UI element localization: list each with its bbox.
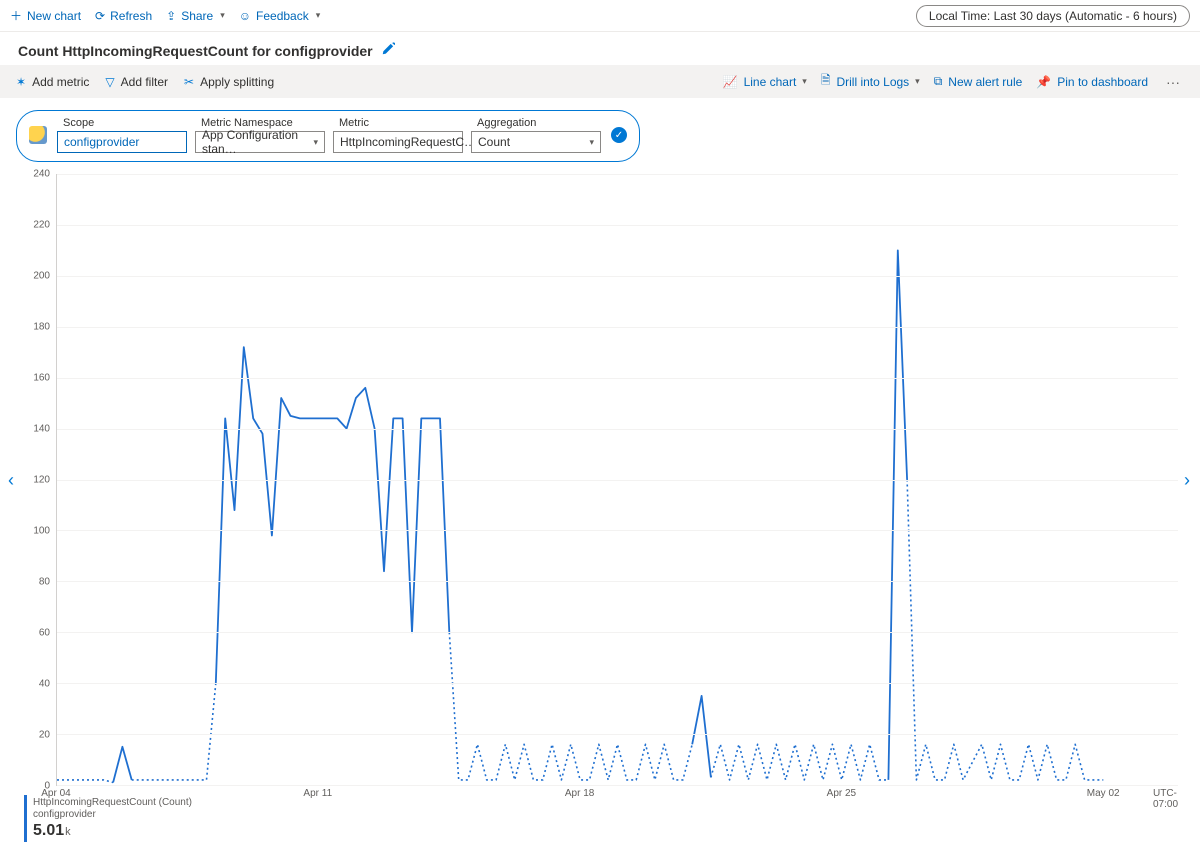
legend-series-name: HttpIncomingRequestCount (Count) [33,797,192,809]
new-chart-label: New chart [27,9,81,23]
metric-config-pill: Scope Metric Namespace App Configuration… [16,110,640,162]
y-axis-labels: 020406080100120140160180200220240 [22,174,52,786]
plus-icon: ＋ [10,7,22,24]
legend-summary[interactable]: HttpIncomingRequestCount (Count) configp… [24,795,192,842]
refresh-icon: ⟳ [95,9,105,23]
more-menu-button[interactable]: ··· [1162,74,1184,90]
line-chart-label: Line chart [744,75,797,89]
legend-value: 5.01 [33,822,64,839]
y-tick-label: 240 [33,169,50,180]
plot-area[interactable] [56,174,1178,786]
chevron-down-icon: ▾ [316,10,321,21]
metric-select[interactable]: HttpIncomingRequestC… ▾ [333,131,463,153]
y-tick-label: 100 [33,526,50,537]
chevron-down-icon: ▾ [915,76,920,87]
line-chart-icon: 📈 [723,75,738,89]
x-tick-label: May 02 [1087,788,1120,799]
alert-icon: ⧉ [934,74,943,89]
new-alert-button[interactable]: ⧉ New alert rule [934,74,1023,89]
legend-resource-name: configprovider [33,809,192,821]
metric-value: HttpIncomingRequestC… [340,135,476,149]
chevron-down-icon: ▾ [589,137,594,148]
config-confirm-badge[interactable]: ✓ [611,127,627,143]
share-label: Share [181,9,213,23]
metric-icon: ✶ [16,75,26,89]
time-range-pill[interactable]: Local Time: Last 30 days (Automatic - 6 … [916,5,1190,27]
x-tick-label: Apr 18 [565,788,594,799]
y-tick-label: 20 [39,730,50,741]
line-chart-select[interactable]: 📈 Line chart ▾ [723,75,807,89]
pin-icon: 📌 [1036,75,1051,89]
y-tick-label: 200 [33,271,50,282]
logs-icon: 🗎 [821,71,831,92]
x-axis-labels: Apr 04Apr 11Apr 18Apr 25May 02UTC-07:00 [56,788,1178,804]
add-metric-button[interactable]: ✶ Add metric [16,75,89,89]
y-tick-label: 40 [39,679,50,690]
new-alert-label: New alert rule [948,75,1022,89]
scroll-left-button[interactable]: ‹ [2,470,20,491]
share-icon: ⇪ [166,9,176,23]
pencil-icon [381,42,395,56]
chevron-down-icon: ▾ [313,137,318,148]
share-button[interactable]: ⇪ Share ▾ [166,9,225,23]
apply-splitting-label: Apply splitting [200,75,274,89]
split-icon: ✂ [184,75,194,89]
pin-label: Pin to dashboard [1057,75,1148,89]
top-toolbar: ＋ New chart ⟳ Refresh ⇪ Share ▾ ☺ Feedba… [0,0,1200,32]
filter-icon: ▽ [105,75,114,89]
scope-label: Scope [57,117,187,129]
apply-splitting-button[interactable]: ✂ Apply splitting [184,75,274,89]
refresh-label: Refresh [110,9,152,23]
drill-logs-label: Drill into Logs [836,75,909,89]
new-chart-button[interactable]: ＋ New chart [10,7,81,24]
metric-label: Metric [333,117,463,129]
y-tick-label: 140 [33,424,50,435]
smiley-icon: ☺ [239,9,251,23]
chart-title-row: Count HttpIncomingRequestCount for confi… [0,32,1200,65]
feedback-button[interactable]: ☺ Feedback ▾ [239,9,321,23]
y-tick-label: 120 [33,475,50,486]
add-metric-label: Add metric [32,75,89,89]
chart-title: Count HttpIncomingRequestCount for confi… [18,43,373,59]
legend-unit: k [65,826,71,838]
add-filter-button[interactable]: ▽ Add filter [105,75,168,89]
drill-logs-button[interactable]: 🗎 Drill into Logs ▾ [821,71,920,92]
scroll-right-button[interactable]: › [1178,470,1196,491]
x-tick-label: Apr 11 [303,788,332,799]
namespace-select[interactable]: App Configuration stan… ▾ [195,131,325,153]
feedback-label: Feedback [256,9,309,23]
refresh-button[interactable]: ⟳ Refresh [95,9,152,23]
edit-title-icon[interactable] [381,42,395,59]
y-tick-label: 180 [33,322,50,333]
add-filter-label: Add filter [121,75,168,89]
resource-icon [29,126,47,144]
timezone-label: UTC-07:00 [1153,788,1178,810]
y-tick-label: 60 [39,628,50,639]
y-tick-label: 220 [33,220,50,231]
scope-input[interactable] [57,131,187,153]
chevron-down-icon: ▾ [802,76,807,87]
metric-config-row: Scope Metric Namespace App Configuration… [0,98,1200,166]
chevron-down-icon: ▾ [220,10,225,21]
chart-area: 020406080100120140160180200220240 Apr 04… [22,174,1178,804]
aggregation-select[interactable]: Count ▾ [471,131,601,153]
chart-toolbar: ✶ Add metric ▽ Add filter ✂ Apply splitt… [0,65,1200,98]
aggregation-value: Count [478,135,510,149]
pin-dashboard-button[interactable]: 📌 Pin to dashboard [1036,75,1148,89]
y-tick-label: 80 [39,577,50,588]
aggregation-label: Aggregation [471,117,601,129]
x-tick-label: Apr 25 [827,788,856,799]
namespace-value: App Configuration stan… [202,128,307,156]
y-tick-label: 160 [33,373,50,384]
